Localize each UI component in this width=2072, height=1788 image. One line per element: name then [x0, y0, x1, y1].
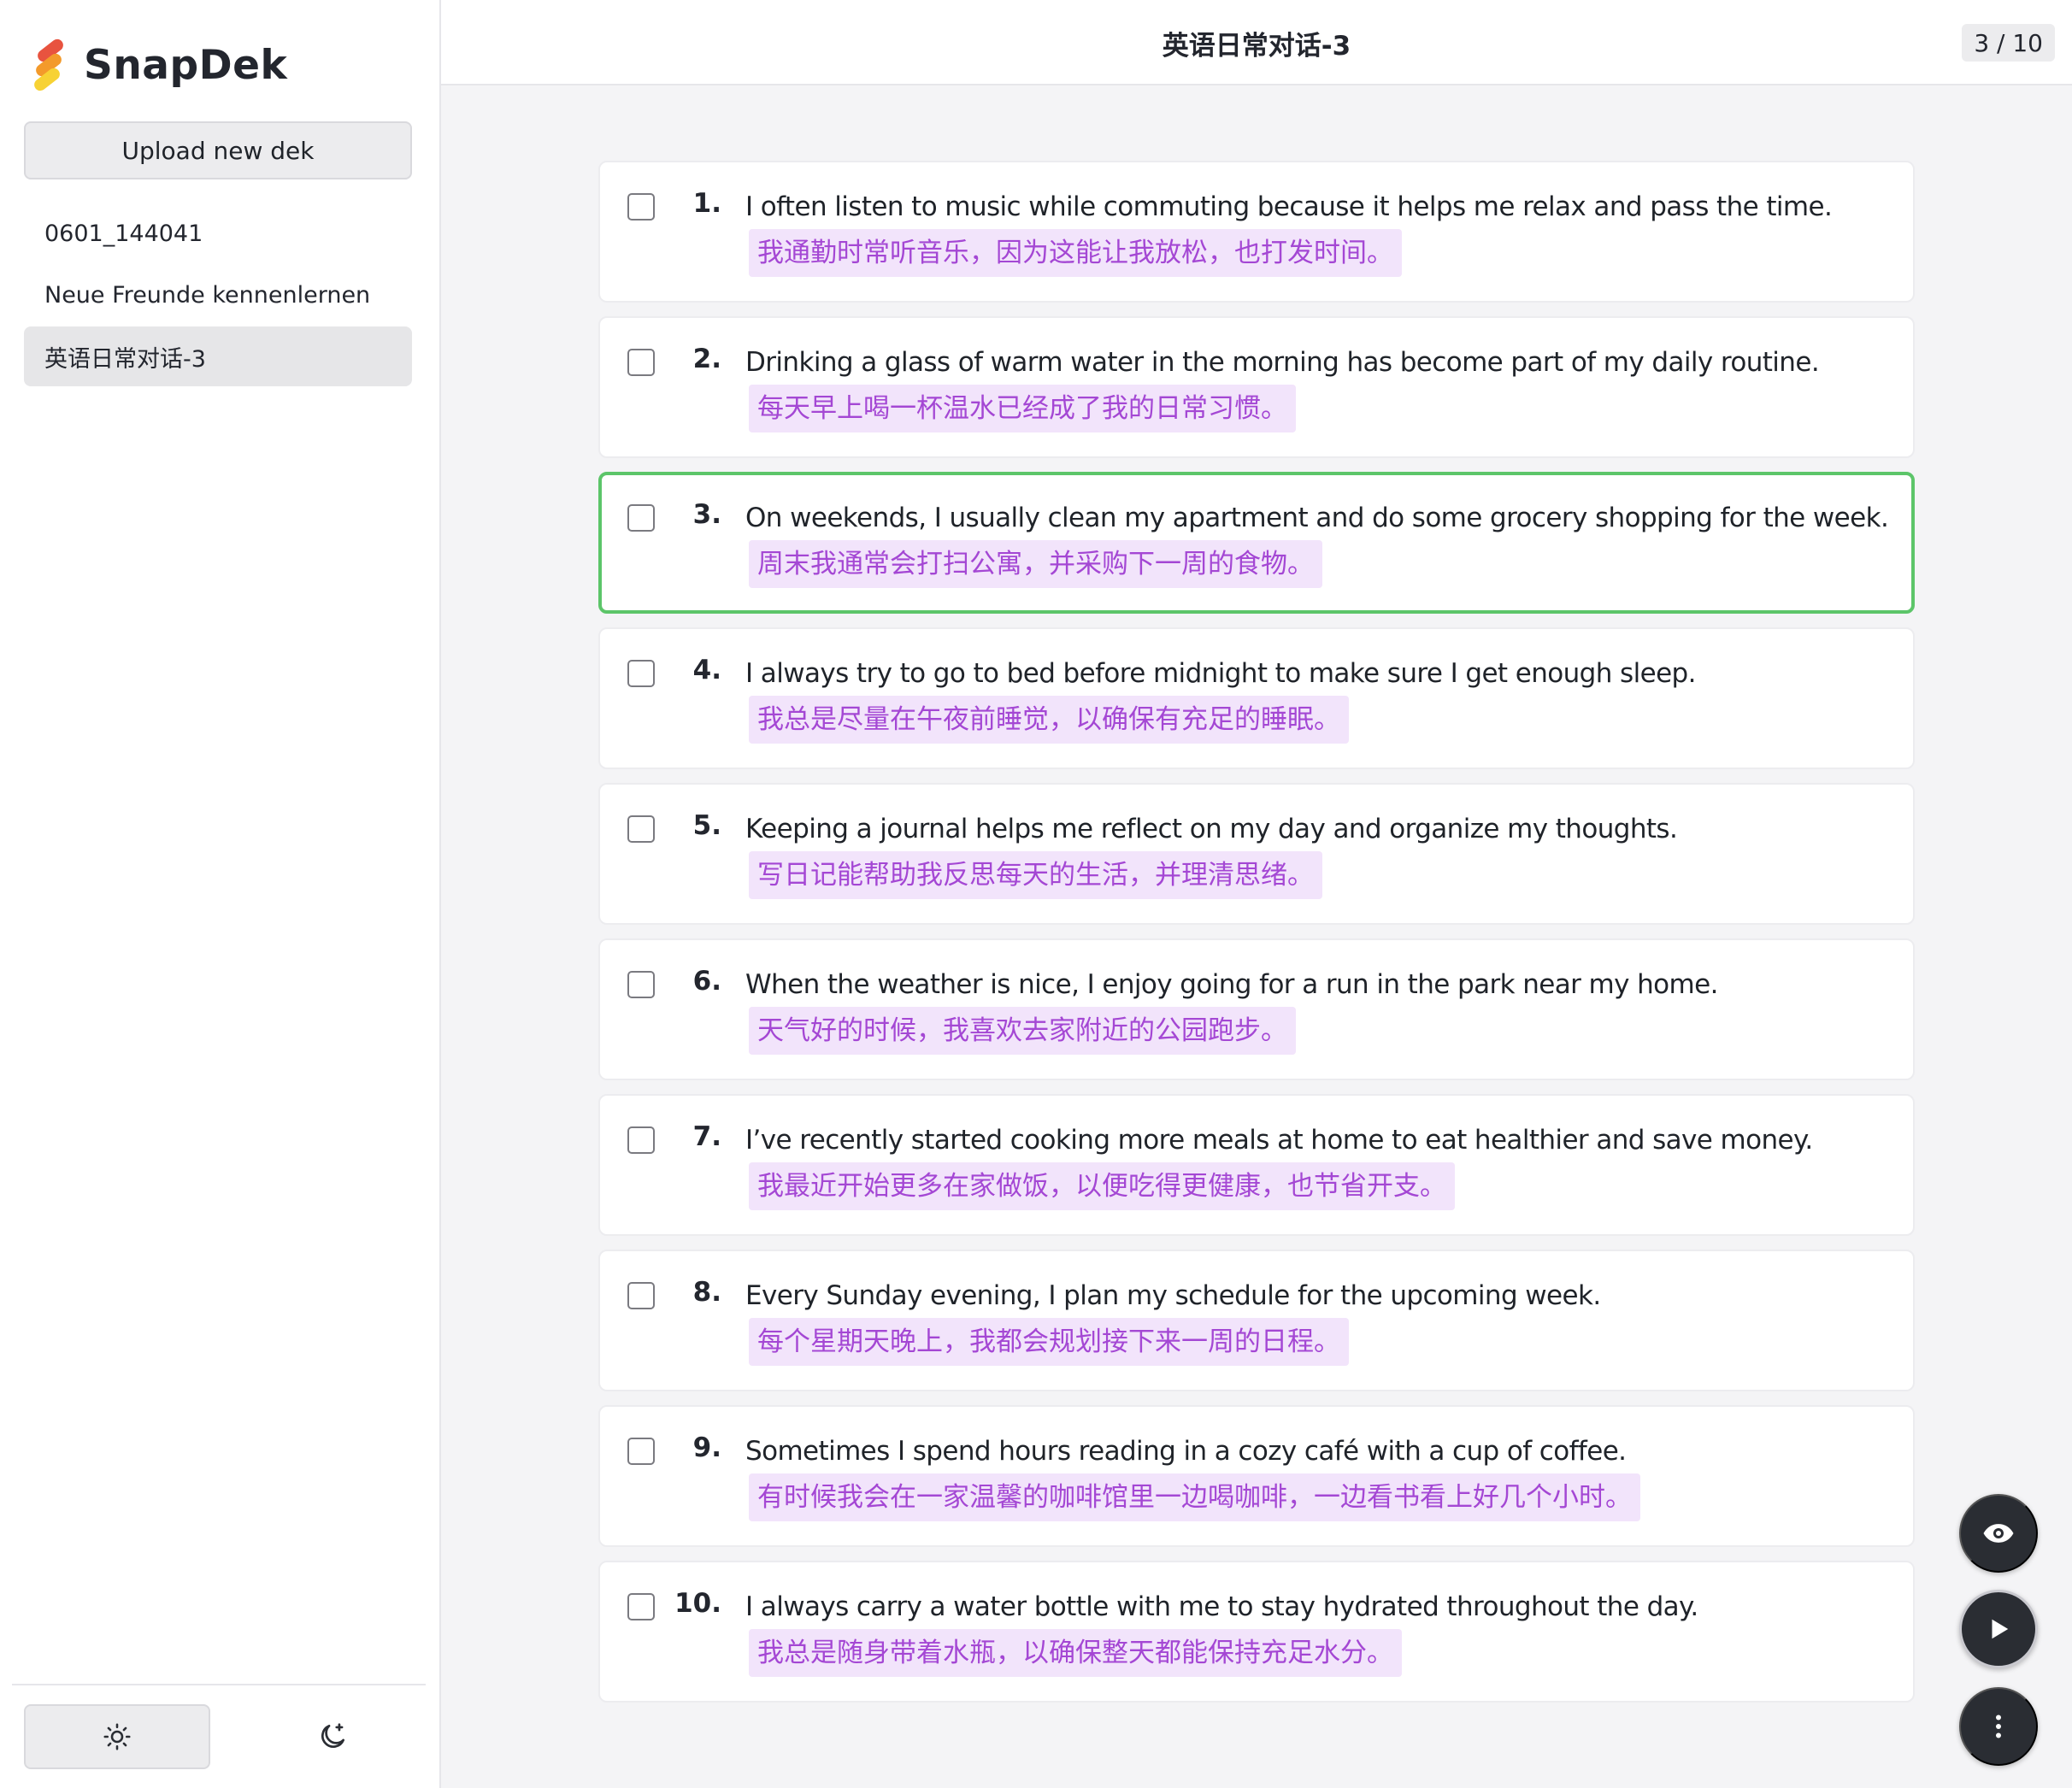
- upload-new-deck-button[interactable]: Upload new dek: [24, 121, 412, 179]
- card-checkbox[interactable]: [627, 1438, 655, 1465]
- chinese-translation: 每个星期天晚上，我都会规划接下来一周的日程。: [749, 1318, 1349, 1366]
- card-number: 5.: [692, 810, 721, 841]
- light-theme-button[interactable]: [24, 1704, 210, 1769]
- english-sentence: I always try to go to bed before midnigh…: [745, 658, 1696, 689]
- card-checkbox[interactable]: [627, 193, 655, 221]
- english-sentence: I’ve recently started cooking more meals…: [745, 1125, 1813, 1156]
- card-number: 6.: [692, 966, 721, 997]
- english-sentence: Keeping a journal helps me reflect on my…: [745, 814, 1678, 844]
- card-number: 10.: [674, 1588, 721, 1619]
- sentence-card[interactable]: 7. I’ve recently started cooking more me…: [598, 1094, 1915, 1236]
- sun-icon: [103, 1723, 131, 1750]
- card-number: 7.: [692, 1121, 721, 1152]
- card-list: 1. I often listen to music while commuti…: [598, 161, 1915, 1716]
- play-icon: [1992, 1619, 2009, 1639]
- chinese-translation: 周末我通常会打扫公寓，并采购下一周的食物。: [749, 540, 1322, 588]
- top-bar: 英语日常对话-3 3 / 10: [441, 0, 2072, 85]
- sentence-card[interactable]: 8. Every Sunday evening, I plan my sched…: [598, 1250, 1915, 1391]
- card-checkbox[interactable]: [627, 1593, 655, 1620]
- sentence-card[interactable]: 4. I always try to go to bed before midn…: [598, 627, 1915, 769]
- chinese-translation: 有时候我会在一家温馨的咖啡馆里一边喝咖啡，一边看书看上好几个小时。: [749, 1473, 1640, 1521]
- card-number: 2.: [692, 344, 721, 374]
- card-checkbox[interactable]: [627, 504, 655, 532]
- chinese-translation: 我最近开始更多在家做饭，以便吃得更健康，也节省开支。: [749, 1162, 1455, 1210]
- deck-item-active[interactable]: 英语日常对话-3: [24, 326, 412, 386]
- deck-item[interactable]: 0601_144041: [24, 203, 412, 263]
- chinese-translation: 我通勤时常听音乐，因为这能让我放松，也打发时间。: [749, 229, 1402, 277]
- app-root: SnapDek Upload new dek 0601_144041 Neue …: [0, 0, 2072, 1788]
- card-checkbox[interactable]: [627, 1282, 655, 1309]
- chinese-translation: 天气好的时候，我喜欢去家附近的公园跑步。: [749, 1007, 1296, 1055]
- deck-title: 英语日常对话-3: [1162, 30, 1351, 62]
- card-number: 3.: [692, 499, 721, 530]
- app-name: SnapDek: [84, 41, 288, 89]
- card-checkbox[interactable]: [627, 349, 655, 376]
- app-logo: SnapDek: [31, 37, 288, 93]
- main-panel: 英语日常对话-3 3 / 10 1. I often listen to mus…: [441, 0, 2072, 1788]
- reveal-translation-button[interactable]: [1959, 1494, 2038, 1573]
- theme-switcher: [12, 1684, 426, 1769]
- chinese-translation: 我总是随身带着水瓶，以确保整天都能保持充足水分。: [749, 1629, 1402, 1677]
- card-checkbox[interactable]: [627, 815, 655, 843]
- card-counter: 3 / 10: [1962, 24, 2055, 62]
- deck-list: 0601_144041 Neue Freunde kennenlernen 英语…: [24, 203, 412, 388]
- dark-theme-button[interactable]: [239, 1704, 426, 1769]
- logo-icon: [31, 37, 66, 93]
- moon-icon: [321, 1723, 345, 1748]
- chinese-translation: 我总是尽量在午夜前睡觉，以确保有充足的睡眠。: [749, 696, 1349, 744]
- sentence-card[interactable]: 6. When the weather is nice, I enjoy goi…: [598, 938, 1915, 1080]
- card-number: 4.: [692, 655, 721, 685]
- chinese-translation: 每天早上喝一杯温水已经成了我的日常习惯。: [749, 385, 1296, 432]
- sentence-card[interactable]: 1. I often listen to music while commuti…: [598, 161, 1915, 303]
- sidebar: SnapDek Upload new dek 0601_144041 Neue …: [0, 0, 441, 1788]
- more-options-button[interactable]: [1959, 1687, 2038, 1766]
- english-sentence: When the weather is nice, I enjoy going …: [745, 969, 1718, 1000]
- sentence-card[interactable]: 9. Sometimes I spend hours reading in a …: [598, 1405, 1915, 1547]
- card-number: 8.: [692, 1277, 721, 1308]
- sentence-card[interactable]: 5. Keeping a journal helps me reflect on…: [598, 783, 1915, 925]
- more-vertical-icon: [1996, 1714, 2001, 1738]
- english-sentence: I always carry a water bottle with me to…: [745, 1591, 1698, 1622]
- eye-icon: [1983, 1524, 2014, 1543]
- chinese-translation: 写日记能帮助我反思每天的生活，并理清思绪。: [749, 851, 1322, 899]
- english-sentence: Sometimes I spend hours reading in a coz…: [745, 1436, 1627, 1467]
- card-number: 1.: [692, 188, 721, 219]
- english-sentence: I often listen to music while commuting …: [745, 191, 1833, 222]
- card-checkbox[interactable]: [627, 660, 655, 687]
- deck-item[interactable]: Neue Freunde kennenlernen: [24, 265, 412, 325]
- english-sentence: On weekends, I usually clean my apartmen…: [745, 503, 1889, 533]
- card-checkbox[interactable]: [627, 1126, 655, 1154]
- sentence-card[interactable]: 10. I always carry a water bottle with m…: [598, 1561, 1915, 1703]
- sentence-card-active[interactable]: 3. On weekends, I usually clean my apart…: [598, 472, 1915, 614]
- english-sentence: Every Sunday evening, I plan my schedule…: [745, 1280, 1601, 1311]
- english-sentence: Drinking a glass of warm water in the mo…: [745, 347, 1820, 378]
- sentence-card[interactable]: 2. Drinking a glass of warm water in the…: [598, 316, 1915, 458]
- card-checkbox[interactable]: [627, 971, 655, 998]
- card-number: 9.: [692, 1432, 721, 1463]
- play-audio-button[interactable]: [1959, 1590, 2038, 1668]
